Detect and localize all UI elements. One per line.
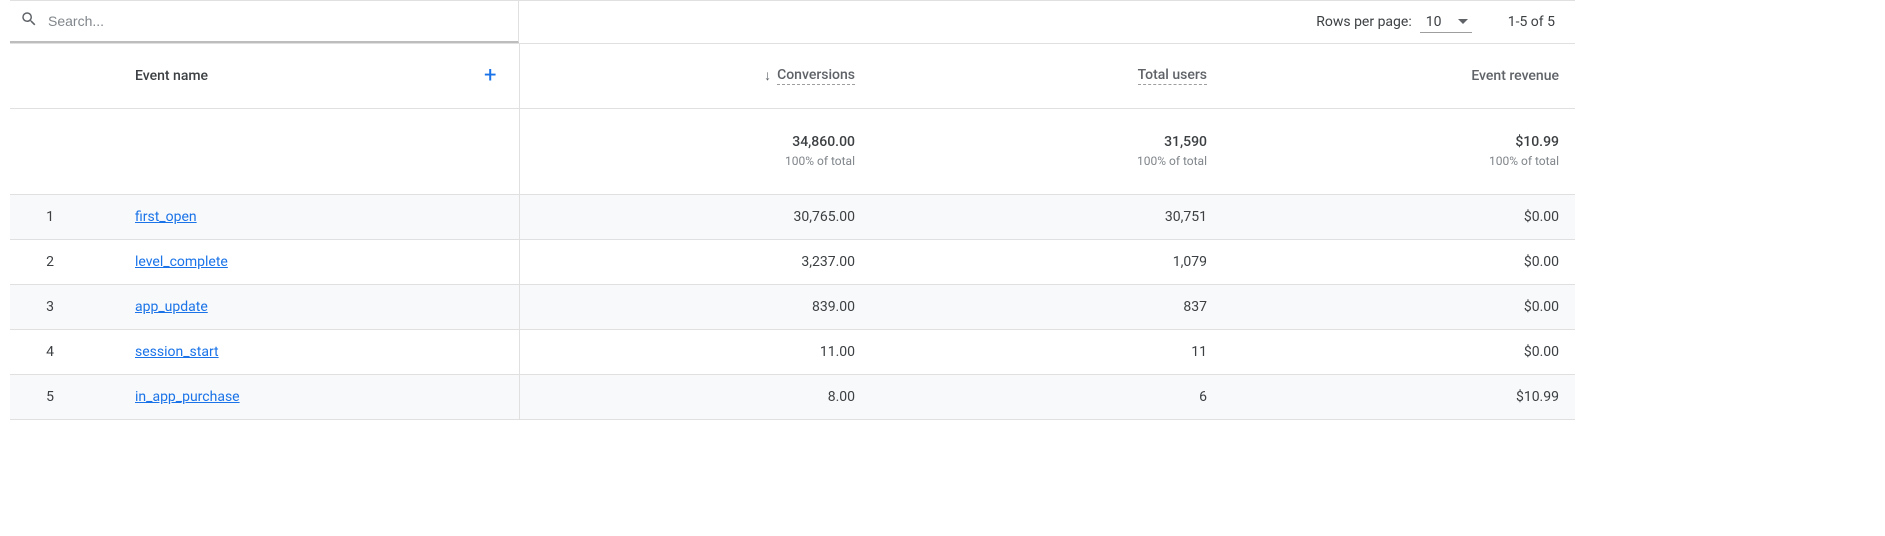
cell-event-revenue: $0.00 [1223,284,1575,329]
row-index: 2 [10,239,90,284]
header-event-revenue[interactable]: Event revenue [1471,68,1559,84]
summary-conversions-value: 34,860.00 [520,134,856,150]
row-index: 5 [10,374,90,419]
table-row: 2 level_complete 3,237.00 1,079 $0.00 [10,239,1575,284]
header-event-name: Event name + [90,44,519,108]
cell-total-users: 11 [871,329,1223,374]
cell-event-revenue: $0.00 [1223,329,1575,374]
event-link[interactable]: first_open [135,209,197,225]
rows-per-page-label: Rows per page: [1316,14,1411,30]
cell-conversions: 3,237.00 [519,239,871,284]
table-summary-row: 34,860.00 100% of total 31,590 100% of t… [10,108,1575,194]
row-index: 3 [10,284,90,329]
search-icon [20,10,38,32]
rows-per-page-value: 10 [1426,14,1442,30]
cell-event-revenue: $0.00 [1223,239,1575,284]
header-conversions-label: Conversions [777,67,855,85]
event-link[interactable]: level_complete [135,254,228,270]
header-total-users-label: Total users [1138,67,1207,85]
add-dimension-button[interactable]: + [484,65,496,87]
event-link[interactable]: app_update [135,299,208,315]
row-index: 1 [10,194,90,239]
search-input[interactable] [48,13,518,29]
header-index [10,44,90,108]
summary-conversions-pct: 100% of total [520,154,856,168]
page-range: 1-5 of 5 [1508,14,1555,30]
cell-total-users: 30,751 [871,194,1223,239]
summary-event-revenue-value: $10.99 [1223,134,1559,150]
data-table: Event name + ↓ Conversions Total users E… [10,44,1575,420]
rows-per-page-select[interactable]: 10 [1420,12,1472,33]
table-row: 3 app_update 839.00 837 $0.00 [10,284,1575,329]
summary-total-users-value: 31,590 [871,134,1207,150]
event-link[interactable]: in_app_purchase [135,389,240,405]
table-toolbar: Rows per page: 10 1-5 of 5 [10,0,1575,44]
cell-conversions: 8.00 [519,374,871,419]
table-row: 5 in_app_purchase 8.00 6 $10.99 [10,374,1575,419]
table-row: 1 first_open 30,765.00 30,751 $0.00 [10,194,1575,239]
header-conversions[interactable]: ↓ Conversions [764,67,855,85]
cell-total-users: 6 [871,374,1223,419]
cell-conversions: 839.00 [519,284,871,329]
cell-conversions: 30,765.00 [519,194,871,239]
table-header-row: Event name + ↓ Conversions Total users E… [10,44,1575,108]
cell-event-revenue: $0.00 [1223,194,1575,239]
pager: Rows per page: 10 1-5 of 5 [1316,12,1575,33]
table-row: 4 session_start 11.00 11 $0.00 [10,329,1575,374]
cell-total-users: 1,079 [871,239,1223,284]
chevron-down-icon [1458,19,1468,24]
cell-total-users: 837 [871,284,1223,329]
summary-event-revenue-pct: 100% of total [1223,154,1559,168]
cell-event-revenue: $10.99 [1223,374,1575,419]
summary-total-users-pct: 100% of total [871,154,1207,168]
cell-conversions: 11.00 [519,329,871,374]
header-total-users[interactable]: Total users [1138,67,1207,85]
header-event-name-label: Event name [135,68,208,84]
row-index: 4 [10,329,90,374]
header-event-revenue-label: Event revenue [1471,68,1559,84]
search-cell[interactable] [10,1,519,43]
sort-desc-icon: ↓ [764,67,771,84]
event-link[interactable]: session_start [135,344,219,360]
